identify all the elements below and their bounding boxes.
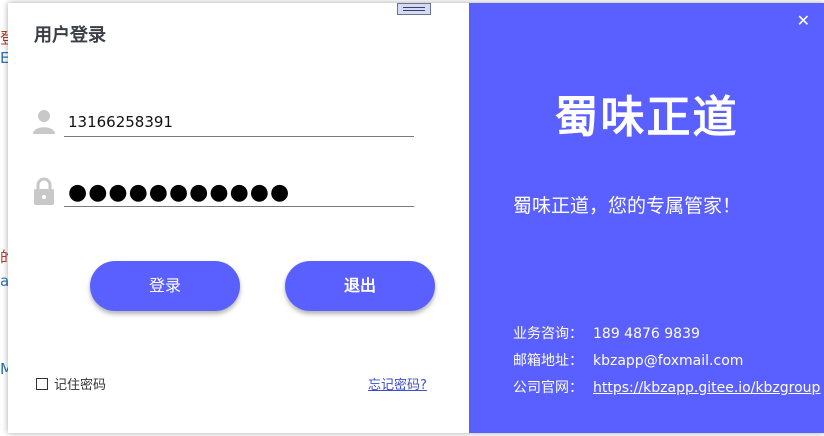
username-field[interactable] [64, 107, 414, 137]
login-title: 用户登录 [34, 25, 106, 46]
website-link[interactable]: https://kbzapp.gitee.io/kbzgroup [593, 380, 820, 396]
contact-email: 邮箱地址： kbzapp@foxmail.com [513, 350, 743, 370]
login-panel: 用户登录 ●●●●●●●●●●● 登录 退出 记住密码 忘记密码? [8, 3, 469, 433]
contact-phone: 业务咨询： 189 4876 9839 [513, 323, 700, 343]
contact-value: kbzapp@foxmail.com [593, 353, 744, 369]
contact-website: 公司官网： https://kbzapp.gitee.io/kbzgroup [513, 377, 820, 397]
remember-label: 记住密码 [54, 378, 107, 393]
brand-panel: ✕ 蜀味正道 蜀味正道，您的专属管家！ 业务咨询： 189 4876 9839 邮… [469, 3, 824, 433]
contact-label: 邮箱地址： [513, 353, 583, 369]
contact-label: 公司官网： [513, 380, 583, 396]
remember-password[interactable]: 记住密码 [36, 374, 106, 393]
brand-slogan: 蜀味正道，您的专属管家！ [513, 195, 742, 217]
contact-value: 189 4876 9839 [593, 326, 700, 342]
lock-icon [32, 177, 56, 205]
login-dialog: 用户登录 ●●●●●●●●●●● 登录 退出 记住密码 忘记密码? ✕ [8, 3, 824, 433]
login-button[interactable]: 登录 [90, 261, 240, 311]
user-icon [32, 109, 56, 137]
close-icon[interactable]: ✕ [797, 13, 810, 29]
drag-handle-icon[interactable] [397, 3, 431, 15]
brand-name: 蜀味正道 [554, 92, 739, 143]
remember-checkbox[interactable] [36, 378, 48, 390]
contact-label: 业务咨询： [513, 326, 583, 342]
exit-button[interactable]: 退出 [285, 261, 435, 311]
forgot-password-link[interactable]: 忘记密码? [368, 374, 427, 393]
password-mask: ●●●●●●●●●●● [68, 180, 291, 205]
